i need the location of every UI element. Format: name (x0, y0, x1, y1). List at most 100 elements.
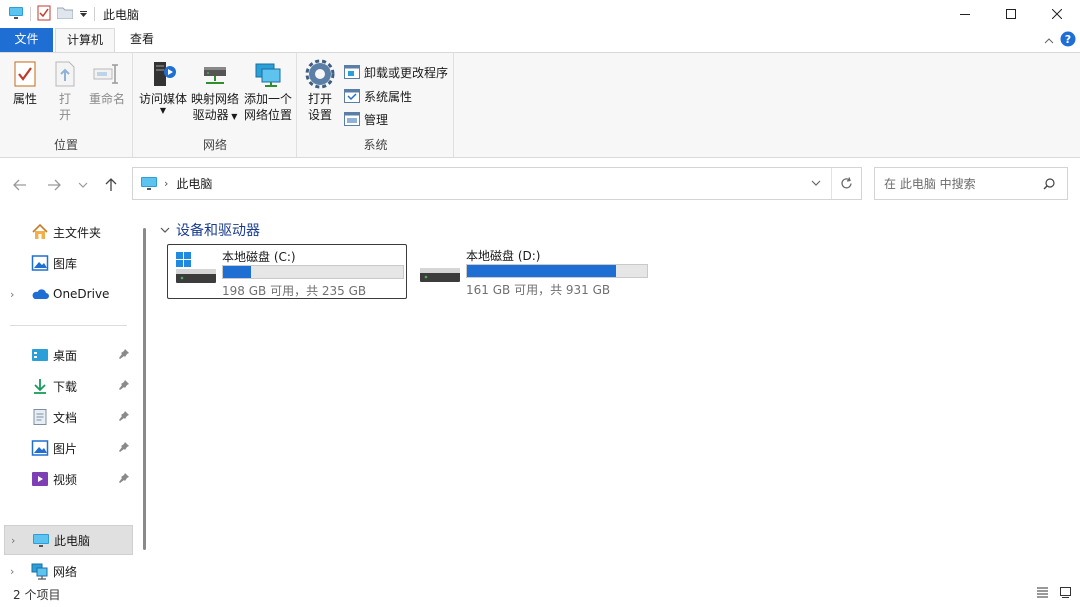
access-media-button[interactable]: 访问媒体 ▼ (138, 59, 188, 115)
tab-view[interactable]: 查看 (120, 28, 164, 52)
nav-label: OneDrive (53, 287, 110, 301)
title-bar: 此电脑 (0, 0, 1080, 28)
up-button[interactable] (100, 174, 122, 196)
gallery-icon (31, 254, 49, 272)
drive-free-space: 198 GB 可用，共 235 GB (222, 284, 367, 298)
new-folder-icon[interactable] (56, 6, 74, 22)
devices-group-header[interactable]: 设备和驱动器 (160, 220, 260, 240)
nav-item-home[interactable]: 主文件夹 (0, 217, 133, 247)
dropdown-arrow-icon: ▼ (159, 106, 167, 115)
nav-label: 主文件夹 (53, 225, 102, 240)
system-properties-label: 系统属性 (364, 89, 413, 104)
nav-item-downloads[interactable]: 下载 (0, 371, 133, 401)
customize-toolbar-icon[interactable] (79, 7, 88, 21)
group-label-network: 网络 (202, 138, 227, 152)
chevron-right-icon[interactable]: › (10, 288, 14, 301)
open-icon (50, 59, 80, 89)
map-drive-label-line2: 驱动器 ▼ (189, 107, 241, 125)
nav-label: 此电脑 (54, 533, 91, 548)
content-area: 设备和驱动器 本地磁盘 (C:) 198 GB 可用，共 235 GB 本地磁盘… (150, 212, 1080, 582)
nav-label: 文档 (53, 410, 78, 425)
nav-scrollbar[interactable] (143, 228, 146, 550)
address-bar[interactable]: › 此电脑 (132, 167, 862, 200)
drive-usage-bar (466, 264, 648, 278)
drive-item-d[interactable]: 本地磁盘 (D:) 161 GB 可用，共 931 GB (412, 244, 652, 299)
uninstall-programs-button[interactable]: 卸载或更改程序 (344, 62, 448, 82)
pin-icon[interactable] (119, 472, 129, 486)
access-media-label: 访问媒体 (138, 92, 187, 106)
minimize-button[interactable] (942, 0, 988, 28)
open-button[interactable]: 打 开 (50, 59, 80, 123)
address-history-button[interactable] (801, 168, 831, 199)
pin-icon[interactable] (119, 348, 129, 362)
recent-locations-button[interactable] (72, 174, 94, 196)
nav-item-documents[interactable]: 文档 (0, 402, 133, 432)
search-icon (1043, 178, 1055, 190)
properties-icon[interactable] (37, 5, 51, 24)
this-pc-icon (32, 531, 50, 549)
breadcrumb-this-pc[interactable]: 此电脑 (176, 175, 212, 192)
maximize-button[interactable] (988, 0, 1034, 28)
nav-item-videos[interactable]: 视频 (0, 464, 133, 494)
chevron-up-icon (1044, 37, 1054, 43)
drive-usage-fill (467, 265, 616, 277)
nav-divider (10, 325, 127, 326)
nav-label: 桌面 (53, 348, 78, 363)
forward-button[interactable] (43, 174, 65, 196)
open-settings-label-line1: 打开 (307, 92, 332, 106)
nav-label: 视频 (53, 472, 78, 487)
network-icon (31, 562, 49, 580)
dropdown-arrow-icon: ▼ (228, 112, 238, 121)
details-view-icon (1037, 587, 1048, 598)
map-drive-label-line2-text: 驱动器 (192, 108, 229, 122)
maximize-icon (1006, 9, 1016, 19)
desktop-icon (31, 346, 49, 364)
ribbon-tabs: 文件 计算机 查看 ? (0, 28, 1080, 53)
system-properties-button[interactable]: 系统属性 (344, 86, 412, 106)
tab-computer[interactable]: 计算机 (55, 28, 115, 53)
svg-text:?: ? (1065, 33, 1071, 46)
system-properties-icon (344, 89, 360, 103)
nav-item-gallery[interactable]: 图库 (0, 248, 133, 278)
manage-button[interactable]: 管理 (344, 109, 388, 129)
search-placeholder: 在 此电脑 中搜索 (884, 177, 976, 191)
nav-item-desktop[interactable]: 桌面 (0, 340, 133, 370)
refresh-button[interactable] (831, 168, 861, 199)
nav-item-pictures[interactable]: 图片 (0, 433, 133, 463)
help-button[interactable]: ? (1060, 31, 1076, 50)
window-title: 此电脑 (103, 7, 140, 22)
back-button[interactable] (9, 174, 31, 196)
drive-item-c[interactable]: 本地磁盘 (C:) 198 GB 可用，共 235 GB (167, 244, 407, 299)
rename-button[interactable]: 重命名 (86, 59, 128, 107)
large-icons-view-button[interactable] (1059, 586, 1072, 602)
media-server-icon (148, 59, 178, 89)
chevron-right-icon[interactable]: › (11, 534, 15, 547)
close-button[interactable] (1034, 0, 1080, 28)
pin-icon[interactable] (119, 410, 129, 424)
refresh-icon (841, 177, 852, 189)
navigation-bar: › 此电脑 在 此电脑 中搜索 (0, 158, 1080, 212)
toolbar-separator (30, 7, 31, 21)
pin-icon[interactable] (119, 379, 129, 393)
collapse-ribbon-button[interactable] (1044, 34, 1054, 48)
download-icon (31, 377, 49, 395)
map-network-drive-button[interactable]: 映射网络 驱动器 ▼ (189, 59, 241, 125)
details-view-button[interactable] (1036, 586, 1049, 602)
navigation-pane: 主文件夹 图库 › OneDrive 桌面 下载 文档 图片 视频 › 此电脑 … (0, 212, 150, 582)
properties-button[interactable]: 属性 (8, 59, 42, 107)
ribbon-group-system: 打开 设置 卸载或更改程序 系统属性 管理 系统 (298, 53, 454, 157)
home-icon (31, 223, 49, 241)
search-box[interactable]: 在 此电脑 中搜索 (874, 167, 1068, 200)
open-settings-button[interactable]: 打开 设置 (304, 59, 336, 123)
add-network-location-button[interactable]: 添加一个 网络位置 (241, 59, 295, 123)
hard-drive-icon (418, 250, 462, 286)
pin-icon[interactable] (119, 441, 129, 455)
chevron-right-icon[interactable]: › (10, 565, 14, 578)
nav-item-onedrive[interactable]: › OneDrive (0, 279, 133, 309)
nav-label: 网络 (53, 564, 78, 579)
pictures-icon (31, 439, 49, 457)
open-label-line1: 打 (58, 92, 71, 106)
minimize-icon (960, 14, 970, 15)
tab-file[interactable]: 文件 (0, 28, 53, 52)
nav-item-this-pc[interactable]: › 此电脑 (4, 525, 133, 555)
